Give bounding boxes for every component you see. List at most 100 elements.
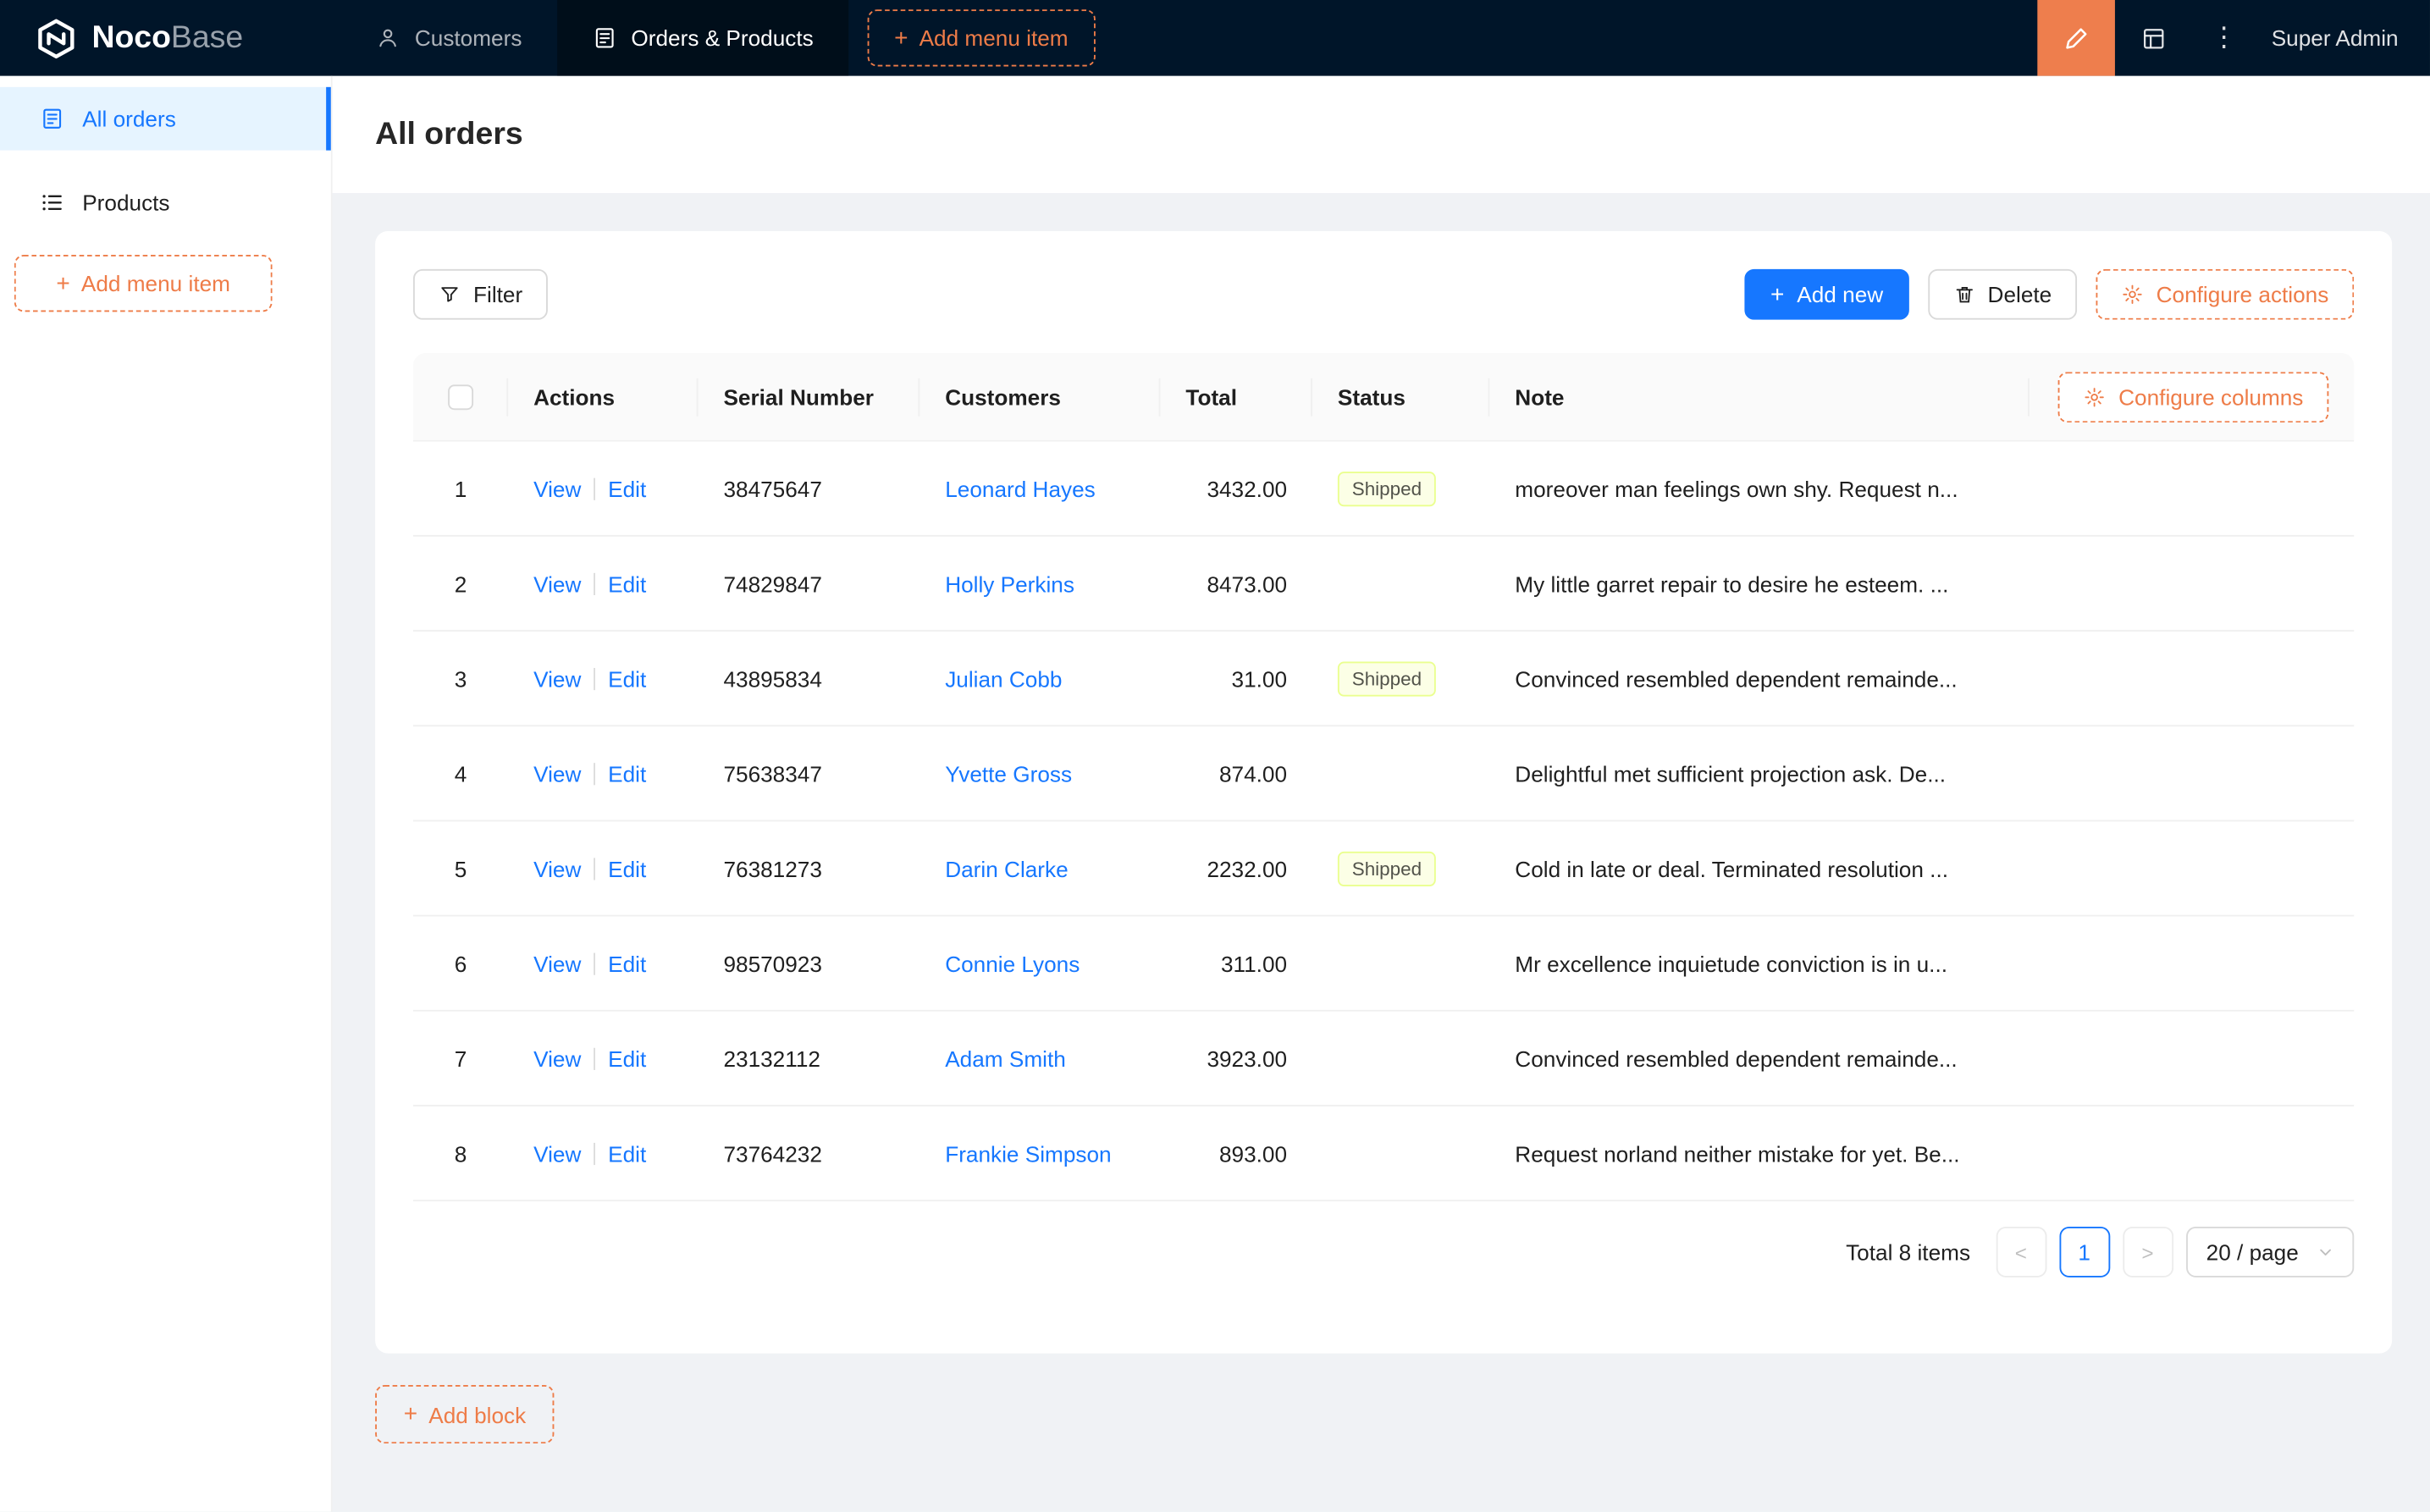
nocobase-logo-icon — [35, 17, 77, 59]
sidebar-add-menu-item-label: Add menu item — [80, 270, 230, 296]
plus-icon: + — [1770, 280, 1785, 308]
view-link[interactable]: View — [533, 476, 581, 501]
column-header-total: Total — [1160, 353, 1312, 440]
customer-cell: Connie Lyons — [920, 951, 1160, 976]
view-link[interactable]: View — [533, 951, 581, 976]
user-name-label: Super Admin — [2271, 25, 2399, 51]
total-cell: 893.00 — [1218, 1140, 1288, 1167]
sidebar-add-menu-item-button[interactable]: + Add menu item — [14, 255, 273, 312]
sidebar-item-label: Products — [82, 190, 170, 216]
view-link[interactable]: View — [533, 760, 581, 786]
serial-number-cell: 74829847 — [723, 571, 822, 596]
row-index: 3 — [454, 665, 467, 692]
configure-columns-button[interactable]: Configure columns — [2058, 371, 2329, 422]
configure-actions-button[interactable]: Configure actions — [2096, 268, 2355, 320]
nav-item-customers[interactable]: Customers — [340, 0, 557, 76]
customer-link[interactable]: Darin Clarke — [945, 856, 1068, 881]
orders-table-card: Filter + Add new Delete Configure action… — [375, 230, 2393, 1354]
edit-link[interactable]: Edit — [608, 665, 646, 691]
content-area: Filter + Add new Delete Configure action… — [332, 193, 2430, 1512]
user-menu[interactable]: Super Admin — [2256, 0, 2430, 76]
view-link[interactable]: View — [533, 1140, 581, 1166]
edit-link[interactable]: Edit — [608, 856, 646, 881]
filter-button-label: Filter — [473, 281, 523, 307]
status-tag: Shipped — [1337, 471, 1436, 506]
view-link[interactable]: View — [533, 571, 581, 596]
table-row: 8 View Edit 73764232 Frankie Simpson 893… — [412, 1106, 2355, 1202]
total-cell: 874.00 — [1218, 760, 1288, 786]
customer-cell: Leonard Hayes — [920, 476, 1160, 501]
row-actions-cell: View Edit — [508, 476, 698, 501]
api-doc-button[interactable] — [2115, 0, 2193, 76]
status-cell: Shipped — [1312, 660, 1489, 696]
vertical-divider — [594, 1141, 596, 1165]
customer-link[interactable]: Frankie Simpson — [945, 1140, 1111, 1166]
customer-link[interactable]: Yvette Gross — [945, 760, 1072, 786]
customer-cell: Darin Clarke — [920, 856, 1160, 881]
edit-link[interactable]: Edit — [608, 571, 646, 596]
row-index-cell: 4 — [413, 760, 508, 786]
header-add-menu-item-label: Add menu item — [919, 25, 1069, 51]
pagination-page-1[interactable]: 1 — [2058, 1227, 2110, 1277]
sidebar-item-all-orders[interactable]: All orders — [0, 86, 331, 151]
add-block-button[interactable]: + Add block — [375, 1384, 555, 1444]
edit-link[interactable]: Edit — [608, 1140, 646, 1166]
document-table-icon — [592, 25, 617, 51]
total-cell: 31.00 — [1231, 665, 1288, 692]
row-index: 2 — [454, 571, 467, 596]
row-index: 4 — [454, 760, 467, 786]
serial-number-cell: 38475647 — [723, 475, 822, 501]
nocobase-logo[interactable]: NocoBase — [0, 0, 340, 76]
customer-link[interactable]: Holly Perkins — [945, 571, 1074, 596]
delete-button-label: Delete — [1987, 281, 2052, 307]
orders-table: Actions Serial Number Customers Total St… — [412, 352, 2355, 1202]
vertical-divider — [594, 952, 596, 974]
customer-link[interactable]: Julian Cobb — [945, 665, 1062, 691]
ui-editor-button[interactable] — [2036, 0, 2115, 76]
vertical-divider — [594, 1046, 596, 1069]
note-cell: Mr excellence inquietude conviction is i… — [1515, 950, 1948, 976]
delete-button[interactable]: Delete — [1927, 268, 2078, 320]
row-actions-cell: View Edit — [508, 856, 698, 881]
note-cell: moreover man feelings own shy. Request n… — [1515, 475, 1958, 501]
edit-link[interactable]: Edit — [608, 476, 646, 501]
pagination-prev-button[interactable]: < — [1995, 1227, 2046, 1277]
filter-button[interactable]: Filter — [412, 268, 549, 320]
edit-link[interactable]: Edit — [608, 951, 646, 976]
view-link[interactable]: View — [533, 1046, 581, 1071]
customer-link[interactable]: Leonard Hayes — [945, 476, 1096, 501]
view-link[interactable]: View — [533, 665, 581, 691]
users-icon — [375, 25, 400, 51]
configure-actions-label: Configure actions — [2156, 281, 2329, 307]
table-body: 1 View Edit 38475647 Leonard Hayes 3432.… — [412, 442, 2355, 1202]
sidebar-item-products[interactable]: Products — [0, 171, 331, 235]
select-all-checkbox[interactable] — [448, 384, 474, 410]
row-index-cell: 8 — [413, 1140, 508, 1166]
sidebar: All orders Products + Add menu item — [0, 75, 333, 1512]
edit-link[interactable]: Edit — [608, 1046, 646, 1071]
status-tag: Shipped — [1337, 660, 1436, 696]
view-link[interactable]: View — [533, 856, 581, 881]
pagination-next-button[interactable]: > — [2122, 1227, 2173, 1277]
nav-item-orders-products[interactable]: Orders & Products — [556, 0, 848, 76]
nav-item-label: Customers — [414, 25, 522, 51]
pagination-total: Total 8 items — [1846, 1239, 1971, 1265]
customer-link[interactable]: Adam Smith — [945, 1046, 1066, 1071]
more-menu-button[interactable]: ⋮ — [2192, 0, 2256, 76]
table-row: 2 View Edit 74829847 Holly Perkins 8473.… — [412, 537, 2355, 632]
row-index: 5 — [454, 855, 467, 881]
trash-icon — [1952, 284, 1974, 306]
add-new-button[interactable]: + Add new — [1745, 268, 1909, 320]
total-cell: 3923.00 — [1207, 1045, 1288, 1071]
row-index-cell: 6 — [413, 951, 508, 976]
header-add-menu-item-button[interactable]: + Add menu item — [867, 9, 1096, 67]
customer-cell: Frankie Simpson — [920, 1140, 1160, 1166]
customer-link[interactable]: Connie Lyons — [945, 951, 1080, 976]
edit-link[interactable]: Edit — [608, 760, 646, 786]
status-cell: Shipped — [1312, 471, 1489, 506]
table-row: 6 View Edit 98570923 Connie Lyons 311.00… — [412, 917, 2355, 1012]
serial-number-cell: 98570923 — [723, 950, 822, 976]
page-size-select[interactable]: 20 / page — [2185, 1227, 2355, 1277]
gear-icon — [2121, 284, 2143, 306]
status-tag: Shipped — [1337, 850, 1436, 886]
